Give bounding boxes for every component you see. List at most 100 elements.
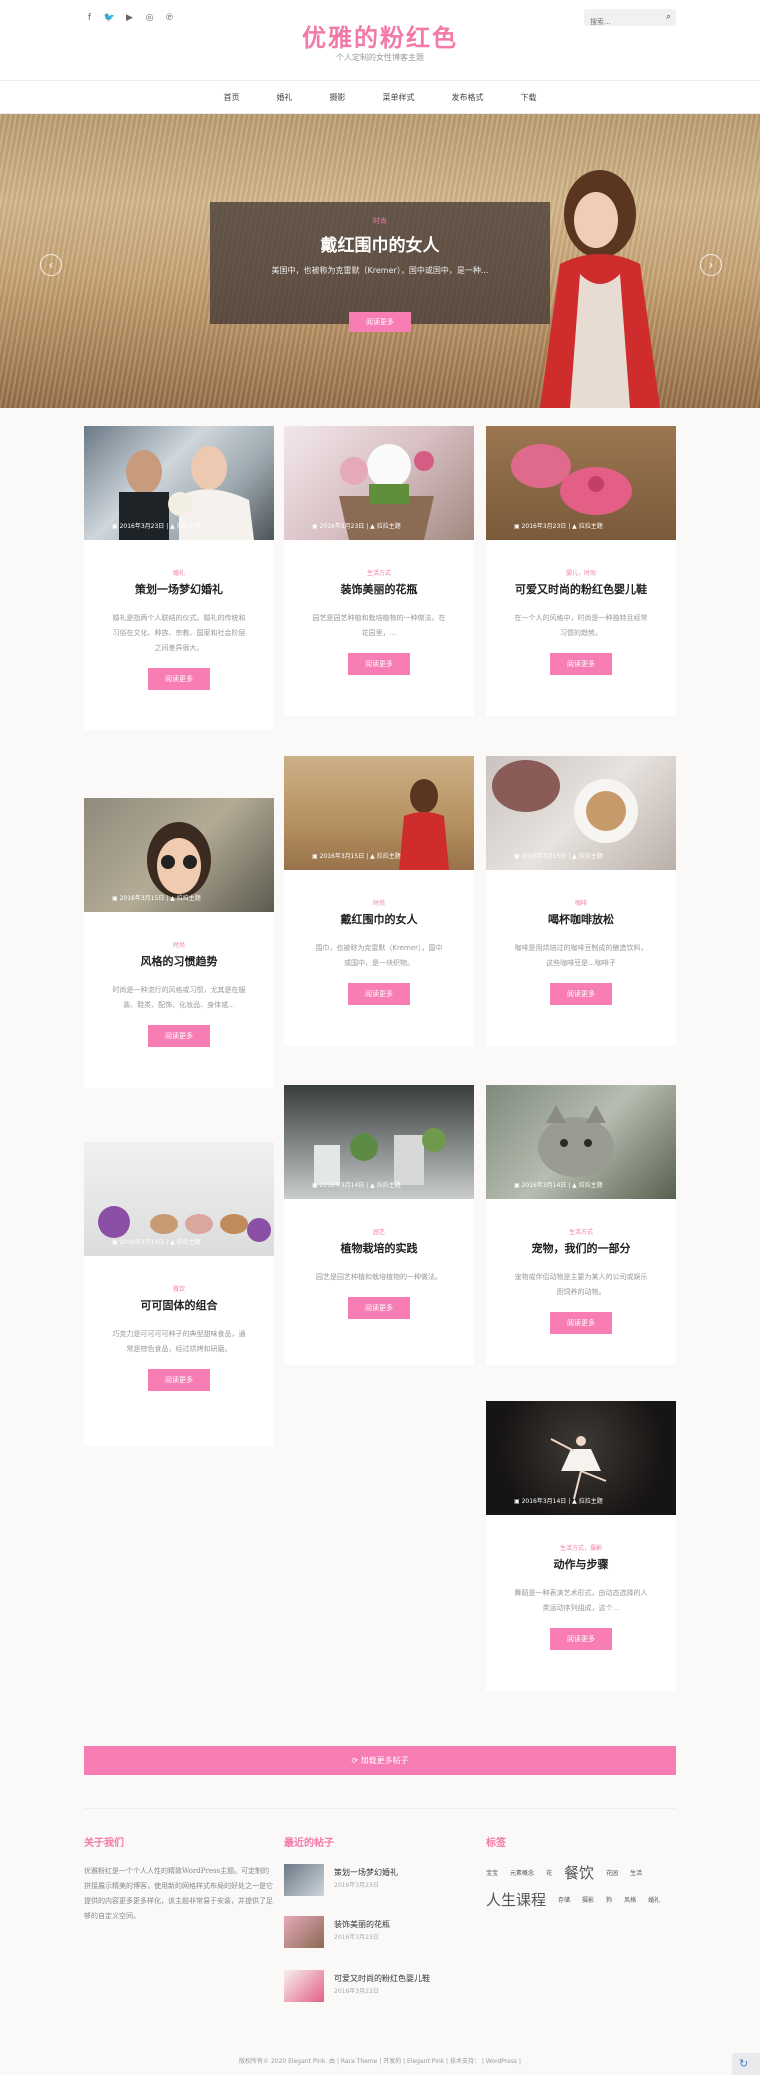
recent-post-thumbnail[interactable] xyxy=(284,1916,324,1948)
post-thumbnail[interactable]: ▣ 2016年3月15日 | ▲ 拉拉主题 xyxy=(486,756,676,870)
post-category[interactable]: 餐饮 xyxy=(84,1284,274,1293)
post-category[interactable]: 生活方式 xyxy=(486,1227,676,1236)
tag-link[interactable]: 生活 xyxy=(630,1868,642,1877)
nav-item-wedding[interactable]: 婚礼 xyxy=(277,92,293,103)
tag-link[interactable]: 花园 xyxy=(606,1868,618,1877)
nav-item-menu-styles[interactable]: 菜单样式 xyxy=(383,92,415,103)
post-category[interactable]: 婴儿，时尚 xyxy=(486,568,676,577)
nav-item-home[interactable]: 首页 xyxy=(224,92,240,103)
read-more-button[interactable]: 阅读更多 xyxy=(148,1025,210,1047)
load-more-button[interactable]: ⟳ 加载更多帖子 xyxy=(84,1746,676,1775)
search-input[interactable] xyxy=(584,13,658,31)
post-author[interactable]: 拉拉主题 xyxy=(177,1239,201,1246)
read-more-button[interactable]: 阅读更多 xyxy=(148,668,210,690)
tag-link[interactable]: 宝宝 xyxy=(486,1868,498,1877)
post-category[interactable]: 生活方式，摄影 xyxy=(486,1543,676,1552)
post-card: ▣ 2016年3月15日 | ▲ 拉拉主题 时尚 风格的习惯趋势 时尚是一种流行… xyxy=(84,798,274,1088)
recent-post-date: 2016年3月23日 xyxy=(334,1988,379,1995)
post-card: ▣ 2016年3月23日 | ▲ 拉拉主题 婴儿，时尚 可爱又时尚的粉红色婴儿鞋… xyxy=(486,426,676,716)
post-thumbnail[interactable]: ▣ 2016年3月23日 | ▲ 拉拉主题 xyxy=(486,426,676,540)
post-title[interactable]: 植物栽培的实践 xyxy=(284,1240,474,1256)
post-thumbnail[interactable]: ▣ 2016年3月14日 | ▲ 拉拉主题 xyxy=(84,1142,274,1256)
main-nav: 首页 婚礼 摄影 菜单样式 发布格式 下载 xyxy=(0,80,760,114)
post-thumbnail[interactable]: ▣ 2016年3月23日 | ▲ 拉拉主题 xyxy=(84,426,274,540)
post-thumbnail[interactable]: ▣ 2016年3月23日 | ▲ 拉拉主题 xyxy=(284,426,474,540)
nav-item-download[interactable]: 下载 xyxy=(521,92,537,103)
hero-category[interactable]: 时尚 xyxy=(210,216,550,226)
hero-prev-button[interactable]: ‹ xyxy=(40,254,62,276)
recent-post-date: 2016年3月23日 xyxy=(334,1882,379,1889)
post-category[interactable]: 生活方式 xyxy=(284,568,474,577)
post-category[interactable]: 时尚 xyxy=(84,940,274,949)
post-author[interactable]: 拉拉主题 xyxy=(579,523,603,530)
read-more-button[interactable]: 阅读更多 xyxy=(550,653,612,675)
post-category[interactable]: 婚礼 xyxy=(84,568,274,577)
recent-post-title[interactable]: 策划一场梦幻婚礼 xyxy=(334,1867,398,1878)
post-thumbnail[interactable]: ▣ 2016年3月15日 | ▲ 拉拉主题 xyxy=(284,756,474,870)
post-author[interactable]: 拉拉主题 xyxy=(177,523,201,530)
post-author[interactable]: 拉拉主题 xyxy=(579,1498,603,1505)
post-title[interactable]: 策划一场梦幻婚礼 xyxy=(84,581,274,597)
recent-post-thumbnail[interactable] xyxy=(284,1864,324,1896)
recent-post-item[interactable]: 装饰美丽的花瓶 2016年3月23日 xyxy=(284,1916,474,1956)
hero-next-button[interactable]: › xyxy=(700,254,722,276)
post-category[interactable]: 园艺 xyxy=(284,1227,474,1236)
post-thumbnail[interactable]: ▣ 2016年3月15日 | ▲ 拉拉主题 xyxy=(84,798,274,912)
read-more-button[interactable]: 阅读更多 xyxy=(348,1297,410,1319)
post-excerpt: 舞蹈是一种表演艺术形式，由动态选择的人类运动序列组成，这个... xyxy=(514,1589,648,1612)
recaptcha-badge[interactable]: ↻ xyxy=(732,2053,760,2075)
post-author[interactable]: 拉拉主题 xyxy=(579,1182,603,1189)
calendar-icon: ▣ xyxy=(514,1182,522,1189)
post-title[interactable]: 喝杯咖啡放松 xyxy=(486,911,676,927)
tag-link[interactable]: 餐饮 xyxy=(564,1862,594,1883)
search-icon[interactable]: ⌕ xyxy=(666,12,671,22)
post-card: ▣ 2016年3月14日 | ▲ 拉拉主题 园艺 植物栽培的实践 园艺是园艺种植… xyxy=(284,1085,474,1365)
post-date: 2016年3月14日 xyxy=(319,1182,365,1189)
recent-post-title[interactable]: 可爱又时尚的粉红色婴儿鞋 xyxy=(334,1973,430,1984)
post-title[interactable]: 可爱又时尚的粉红色婴儿鞋 xyxy=(486,581,676,597)
post-excerpt: 宠物或伴侣动物是主要为某人的公司或娱乐而饲养的动物。 xyxy=(514,1273,648,1296)
post-thumbnail[interactable]: ▣ 2016年3月14日 | ▲ 拉拉主题 xyxy=(284,1085,474,1199)
post-card: ▣ 2016年3月14日 | ▲ 拉拉主题 生活方式，摄影 动作与步骤 舞蹈是一… xyxy=(486,1401,676,1691)
tag-link[interactable]: 摄影 xyxy=(582,1895,594,1904)
nav-item-post-formats[interactable]: 发布格式 xyxy=(452,92,484,103)
tag-link[interactable]: 风格 xyxy=(624,1895,636,1904)
read-more-button[interactable]: 阅读更多 xyxy=(348,653,410,675)
nav-item-photography[interactable]: 摄影 xyxy=(330,92,346,103)
post-author[interactable]: 拉拉主题 xyxy=(377,523,401,530)
tag-link[interactable]: 花 xyxy=(546,1868,552,1877)
post-title[interactable]: 宠物，我们的一部分 xyxy=(486,1240,676,1256)
post-author[interactable]: 拉拉主题 xyxy=(377,853,401,860)
post-title[interactable]: 可可固体的组合 xyxy=(84,1297,274,1313)
recent-post-title[interactable]: 装饰美丽的花瓶 xyxy=(334,1919,390,1930)
post-title[interactable]: 风格的习惯趋势 xyxy=(84,953,274,969)
recent-post-item[interactable]: 策划一场梦幻婚礼 2016年3月23日 xyxy=(284,1864,474,1904)
read-more-button[interactable]: 阅读更多 xyxy=(148,1369,210,1391)
tag-link[interactable]: 存储 xyxy=(558,1895,570,1904)
tag-link[interactable]: 元素概念 xyxy=(510,1868,534,1877)
post-excerpt: 园艺是园艺种植和栽培植物的一种做法。在花园里，... xyxy=(312,614,446,637)
read-more-button[interactable]: 阅读更多 xyxy=(550,983,612,1005)
recent-post-item[interactable]: 可爱又时尚的粉红色婴儿鞋 2016年3月23日 xyxy=(284,1970,474,2010)
read-more-button[interactable]: 阅读更多 xyxy=(550,1628,612,1650)
post-title[interactable]: 戴红围巾的女人 xyxy=(284,911,474,927)
post-thumbnail[interactable]: ▣ 2016年3月14日 | ▲ 拉拉主题 xyxy=(486,1085,676,1199)
post-title[interactable]: 动作与步骤 xyxy=(486,1556,676,1572)
post-card: ▣ 2016年3月15日 | ▲ 拉拉主题 时尚 戴红围巾的女人 围巾，也被称为… xyxy=(284,756,474,1046)
post-author[interactable]: 拉拉主题 xyxy=(177,895,201,902)
post-author[interactable]: 拉拉主题 xyxy=(377,1182,401,1189)
post-thumbnail[interactable]: ▣ 2016年3月14日 | ▲ 拉拉主题 xyxy=(486,1401,676,1515)
recent-post-thumbnail[interactable] xyxy=(284,1970,324,2002)
post-author[interactable]: 拉拉主题 xyxy=(579,853,603,860)
read-more-button[interactable]: 阅读更多 xyxy=(348,983,410,1005)
post-category[interactable]: 时尚 xyxy=(284,898,474,907)
tag-link[interactable]: 狗 xyxy=(606,1895,612,1904)
calendar-icon: ▣ xyxy=(514,853,522,860)
hero-title[interactable]: 戴红围巾的女人 xyxy=(210,231,550,256)
tag-link[interactable]: 人生课程 xyxy=(486,1889,546,1910)
post-title[interactable]: 装饰美丽的花瓶 xyxy=(284,581,474,597)
tag-link[interactable]: 婚礼 xyxy=(648,1895,660,1904)
post-category[interactable]: 咖啡 xyxy=(486,898,676,907)
read-more-button[interactable]: 阅读更多 xyxy=(550,1312,612,1334)
hero-read-more-button[interactable]: 阅读更多 xyxy=(349,312,411,332)
